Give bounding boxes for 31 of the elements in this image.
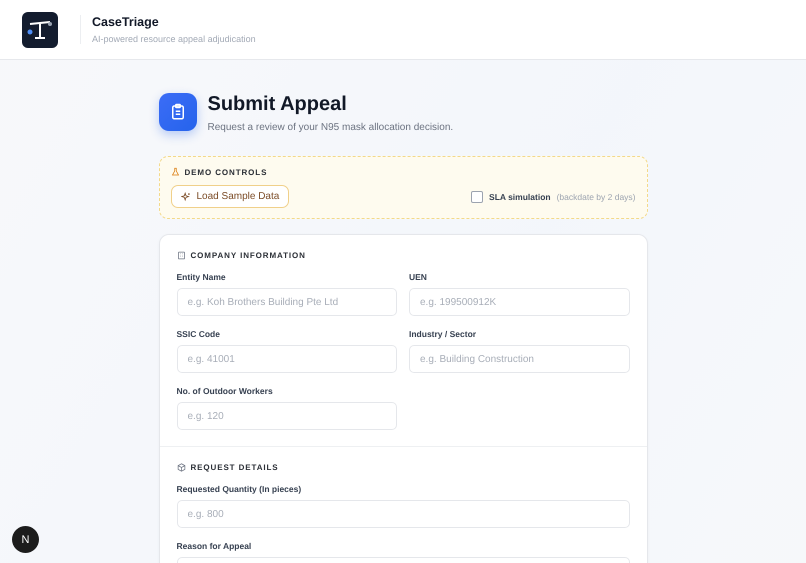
section-heading: COMPANY INFORMATION — [190, 251, 306, 260]
page-title: Submit Appeal — [208, 93, 348, 116]
field-label: No. of Outdoor Workers — [176, 386, 274, 396]
field-label: Reason for Appeal — [176, 541, 252, 551]
input-field[interactable]: e.g. 800 — [176, 500, 630, 528]
field-label: UEN — [409, 272, 428, 282]
app-tagline: AI-powered resource appeal adjudication — [92, 34, 256, 44]
input-field[interactable]: e.g. Building Construction — [409, 345, 630, 373]
input-field[interactable]: e.g. 120 — [176, 402, 397, 430]
demo-controls-heading: DEMO CONTROLS — [184, 168, 268, 176]
load-sample-data-button[interactable]: Load Sample Data — [170, 185, 290, 208]
flask-icon — [170, 167, 180, 177]
clipboard-icon — [158, 93, 196, 131]
section-heading: REQUEST DETAILS — [190, 463, 279, 472]
dev-badge[interactable]: N — [12, 526, 39, 553]
sla-label: SLA simulation — [489, 192, 551, 202]
page-subtitle: Request a review of your N95 mask allocation decision. — [208, 122, 454, 133]
field-label: Industry / Sector — [409, 329, 478, 339]
app-name: CaseTriage — [92, 15, 160, 29]
input-field[interactable]: e.g. 41001 — [176, 345, 397, 373]
sla-checkbox[interactable] — [471, 190, 484, 202]
scale-logo-icon — [22, 12, 58, 48]
field-label: SSIC Code — [176, 329, 221, 339]
field-label: Requested Quantity (In pieces) — [176, 484, 302, 494]
sla-note: (backdate by 2 days) — [556, 192, 636, 202]
building-icon — [176, 251, 186, 260]
input-field[interactable]: e.g. Koh Brothers Building Pte Ltd — [176, 288, 397, 316]
field-label: Entity Name — [176, 272, 227, 282]
sparkles-icon — [180, 192, 190, 202]
package-icon — [176, 463, 186, 472]
input-field[interactable]: e.g. 199500912K — [409, 288, 630, 316]
